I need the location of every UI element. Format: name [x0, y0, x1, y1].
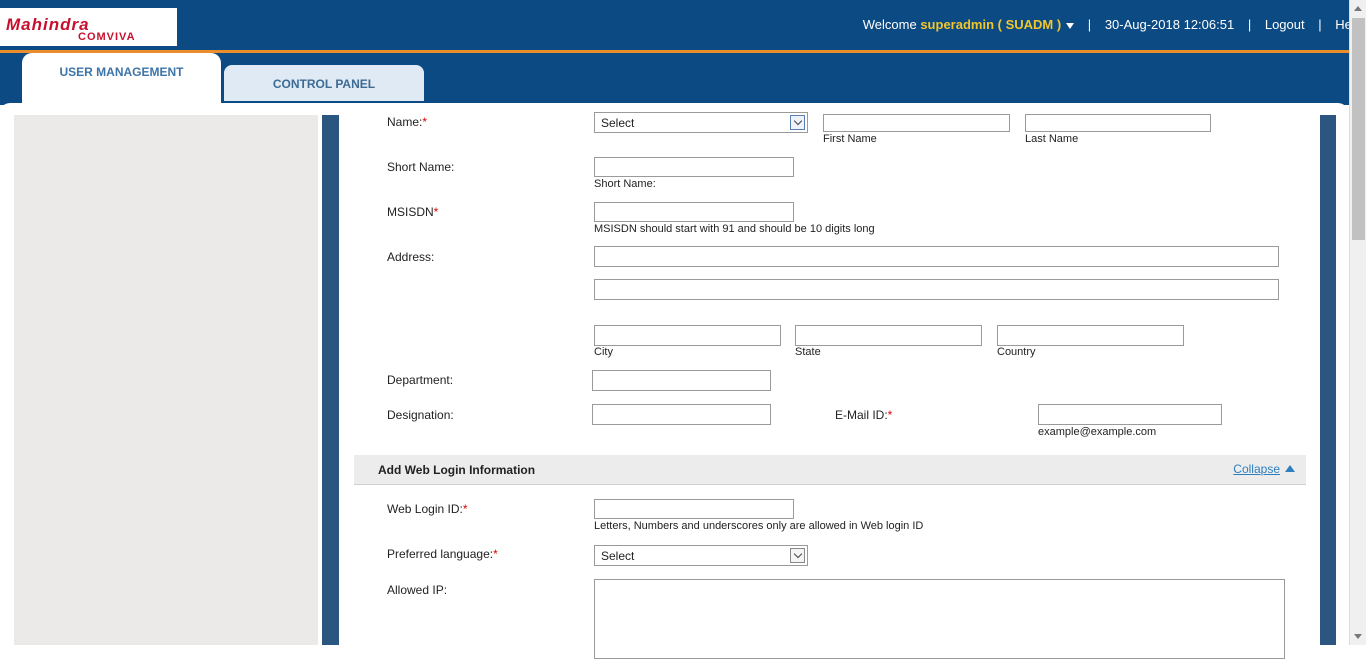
required-mark: *	[433, 205, 439, 219]
preferred-language-select[interactable]: Select	[594, 545, 808, 566]
designation-field[interactable]	[592, 404, 771, 425]
address-label: Address:	[387, 250, 435, 264]
required-mark: *	[462, 502, 468, 516]
select-value: Select	[601, 549, 635, 563]
state-hint: State	[795, 346, 821, 358]
first-name-hint: First Name	[823, 133, 877, 145]
city-hint: City	[594, 346, 613, 358]
scroll-up-arrow-icon[interactable]	[1350, 0, 1366, 17]
last-name-field[interactable]	[1025, 114, 1211, 132]
user-menu[interactable]: superadmin ( SUADM )	[920, 17, 1075, 32]
required-mark: *	[493, 547, 498, 561]
datetime: 30-Aug-2018 12:06:51	[1104, 17, 1235, 32]
page-scrollbar[interactable]	[1349, 0, 1366, 645]
web-login-id-hint: Letters, Numbers and underscores only ar…	[594, 520, 924, 532]
welcome-text: Welcome	[862, 17, 917, 32]
collapse-link[interactable]: Collapse	[1233, 462, 1280, 476]
name-label: Name:*	[387, 115, 428, 129]
email-label: E-Mail ID:*	[835, 408, 893, 422]
web-login-section-header: Add Web Login Information Collapse	[354, 455, 1306, 485]
address-line2-field[interactable]	[594, 279, 1279, 300]
last-name-hint: Last Name	[1025, 133, 1079, 145]
name-title-select[interactable]: Select	[594, 112, 808, 133]
msisdn-label: MSISDN*	[387, 205, 439, 219]
required-mark: *	[887, 408, 893, 422]
web-login-id-field[interactable]	[594, 499, 794, 519]
allowed-ip-label: Allowed IP:	[387, 583, 448, 597]
chevron-down-icon[interactable]	[790, 115, 805, 130]
allowed-ip-textarea[interactable]	[594, 579, 1285, 659]
country-field[interactable]	[997, 325, 1184, 346]
city-field[interactable]	[594, 325, 781, 346]
chevron-up-icon[interactable]	[1285, 465, 1295, 472]
separator: |	[1318, 17, 1322, 32]
tab-control-panel[interactable]: CONTROL PANEL	[224, 65, 424, 101]
email-hint: example@example.com	[1038, 426, 1157, 438]
tab-label: CONTROL PANEL	[272, 77, 376, 91]
state-field[interactable]	[795, 325, 982, 346]
msisdn-field[interactable]	[594, 202, 794, 222]
designation-label: Designation:	[387, 408, 454, 422]
email-field[interactable]	[1038, 404, 1222, 425]
scrollbar-thumb[interactable]	[1352, 18, 1365, 240]
chevron-down-icon[interactable]	[1066, 22, 1075, 29]
country-hint: Country	[997, 346, 1036, 358]
short-name-hint: Short Name:	[594, 178, 656, 190]
tab-label: USER MANAGEMENT	[59, 65, 184, 79]
department-field[interactable]	[592, 370, 771, 391]
section-title: Add Web Login Information	[378, 463, 536, 477]
tab-user-management[interactable]: USER MANAGEMENT	[22, 53, 221, 109]
header-user-bar: Welcome superadmin ( SUADM ) | 30-Aug-20…	[863, 17, 1366, 32]
logout-link[interactable]: Logout	[1265, 17, 1305, 32]
scroll-down-arrow-icon[interactable]	[1350, 628, 1366, 645]
required-mark: *	[422, 115, 428, 129]
separator: |	[1087, 17, 1092, 32]
left-sidebar	[14, 115, 318, 645]
logo-sub-text: COMVIVA	[78, 31, 136, 43]
web-login-id-label: Web Login ID:*	[387, 502, 468, 516]
msisdn-hint: MSISDN should start with 91 and should b…	[594, 223, 875, 235]
separator: |	[1247, 17, 1252, 32]
address-line1-field[interactable]	[594, 246, 1279, 267]
company-logo: Mahindra COMVIVA	[0, 8, 177, 46]
form-frame-right	[1320, 115, 1336, 645]
username: superadmin ( SUADM )	[920, 17, 1062, 32]
short-name-field[interactable]	[594, 157, 794, 177]
first-name-field[interactable]	[823, 114, 1010, 132]
short-name-label: Short Name:	[387, 160, 455, 174]
department-label: Department:	[387, 373, 454, 387]
form-frame-left	[322, 115, 339, 645]
select-value: Select	[601, 116, 635, 130]
chevron-down-icon[interactable]	[790, 548, 805, 563]
preferred-language-label: Preferred language:*	[387, 547, 498, 561]
